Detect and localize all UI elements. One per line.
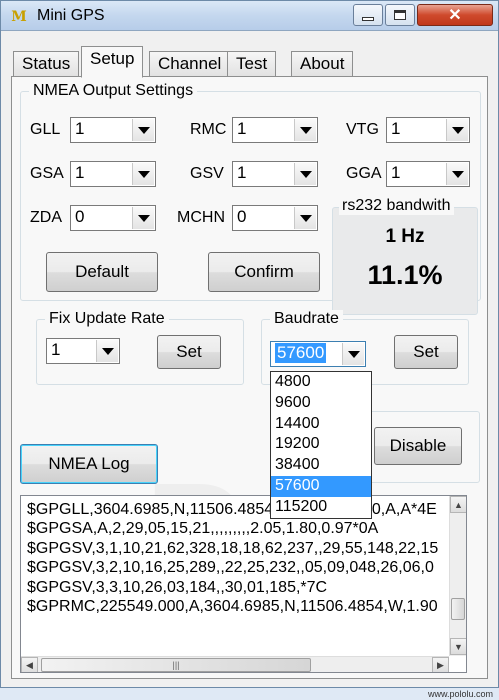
- bandwidth-title: rs232 bandwith: [339, 197, 454, 215]
- log-line: $GPRMC,225549.000,A,3604.6985,N,11506.48…: [27, 598, 438, 616]
- chevron-down-icon[interactable]: [294, 119, 316, 141]
- baudrate-option[interactable]: 9600: [271, 393, 371, 414]
- horizontal-scroll-thumb[interactable]: |||: [41, 658, 311, 672]
- tab-test[interactable]: Test: [227, 51, 277, 77]
- baudrate-option[interactable]: 14400: [271, 414, 371, 435]
- scroll-right-icon[interactable]: ▶: [432, 657, 449, 672]
- nmea-log-button[interactable]: NMEA Log: [20, 444, 158, 484]
- chevron-down-icon[interactable]: [132, 163, 154, 185]
- log-lines: $GPGLL,3604.6985,N,11506.4854,W,225549.0…: [27, 500, 449, 634]
- chevron-down-icon[interactable]: [132, 119, 154, 141]
- gsv-label: GSV: [190, 165, 224, 182]
- watermark-url: www.pololu.com: [427, 689, 493, 699]
- tab-channel[interactable]: Channel: [149, 51, 231, 77]
- baudrate-option[interactable]: 115200: [271, 497, 371, 518]
- window-title: Mini GPS: [37, 7, 105, 24]
- minimize-button[interactable]: [353, 4, 383, 26]
- vtg-label: VTG: [346, 121, 379, 138]
- maximize-button[interactable]: [385, 4, 415, 26]
- gsa-label: GSA: [30, 165, 64, 182]
- mchn-label: MCHN: [177, 209, 225, 226]
- gsa-select[interactable]: 1: [70, 161, 156, 187]
- chevron-down-icon[interactable]: [342, 343, 364, 365]
- baudrate-option[interactable]: 38400: [271, 455, 371, 476]
- baudrate-option[interactable]: 19200: [271, 434, 371, 455]
- disable-button[interactable]: Disable: [374, 427, 462, 465]
- bandwidth-rate: 1 Hz: [385, 226, 425, 247]
- log-line: $GPGSV,3,3,10,26,03,184,,30,01,185,*7C: [27, 578, 328, 596]
- log-line: $GPGLL,3604.6985,N,11506.4854,W,225549.0…: [27, 501, 437, 518]
- zda-label: ZDA: [30, 209, 62, 226]
- log-line: $GPGSA,A,2,29,05,15,21,,,,,,,,,2.05,1.80…: [27, 520, 379, 538]
- title-bar[interactable]: M Mini GPS ✕: [1, 1, 498, 31]
- baudrate-dropdown-list: 4800 9600 14400 19200 38400 57600 115200: [270, 371, 372, 519]
- baudrate-option[interactable]: 57600: [271, 475, 371, 497]
- gsv-select[interactable]: 1: [232, 161, 318, 187]
- main-window: M Mini GPS ✕ Status Setup Channel Test A…: [0, 0, 499, 688]
- gga-select[interactable]: 1: [386, 161, 470, 187]
- group-title: Baudrate: [270, 310, 343, 328]
- app-icon: M: [11, 9, 27, 25]
- vertical-scrollbar[interactable]: ▲ ▼: [449, 496, 466, 656]
- chevron-down-icon[interactable]: [446, 163, 468, 185]
- fix-rate-set-button[interactable]: Set: [157, 335, 221, 369]
- chevron-down-icon[interactable]: [132, 207, 154, 229]
- gll-label: GLL: [30, 121, 61, 138]
- group-title: Fix Update Rate: [45, 310, 169, 328]
- fix-rate-select[interactable]: 1: [46, 338, 120, 364]
- baudrate-select[interactable]: 57600: [270, 341, 366, 367]
- zda-select[interactable]: 0: [70, 205, 156, 231]
- vtg-select[interactable]: 1: [386, 117, 470, 143]
- tab-status[interactable]: Status: [13, 51, 80, 77]
- baudrate-option[interactable]: 4800: [271, 372, 371, 393]
- tab-strip: Status Setup Channel Test About: [1, 45, 498, 78]
- scroll-left-icon[interactable]: ◀: [21, 657, 38, 672]
- chevron-down-icon[interactable]: [294, 163, 316, 185]
- tab-setup[interactable]: Setup: [81, 46, 144, 78]
- chevron-down-icon[interactable]: [96, 340, 118, 362]
- chevron-down-icon[interactable]: [294, 207, 316, 229]
- horizontal-scrollbar[interactable]: ◀ ||| ▶: [21, 656, 449, 672]
- log-line: $GPGSV,3,2,10,16,25,289,,22,25,232,,05,0…: [27, 559, 434, 577]
- tab-about[interactable]: About: [291, 51, 354, 77]
- scroll-up-icon[interactable]: ▲: [450, 496, 466, 513]
- minimize-icon: [362, 17, 374, 21]
- baudrate-set-button[interactable]: Set: [394, 335, 458, 369]
- log-line: $GPGSV,3,1,10,21,62,328,18,18,62,237,,29…: [27, 539, 439, 557]
- rmc-select[interactable]: 1: [232, 117, 318, 143]
- gga-label: GGA: [346, 165, 382, 182]
- rmc-label: RMC: [190, 121, 227, 138]
- setup-panel: P NMEA Output Settings GLL 1 RMC 1 VTG 1…: [11, 76, 488, 679]
- bandwidth-box: rs232 bandwith 1 Hz 11.1%: [332, 197, 478, 315]
- gll-select[interactable]: 1: [70, 117, 156, 143]
- close-icon: ✕: [448, 7, 462, 24]
- scroll-down-icon[interactable]: ▼: [450, 638, 466, 655]
- maximize-icon: [394, 10, 406, 20]
- confirm-button[interactable]: Confirm: [208, 252, 320, 292]
- vertical-scroll-thumb[interactable]: [451, 598, 465, 620]
- group-title: NMEA Output Settings: [29, 82, 198, 100]
- default-button[interactable]: Default: [46, 252, 158, 292]
- bandwidth-percent: 11.1%: [367, 260, 443, 290]
- chevron-down-icon[interactable]: [446, 119, 468, 141]
- mchn-select[interactable]: 0: [232, 205, 318, 231]
- nmea-log-output[interactable]: $GPGLL,3604.6985,N,11506.4854,W,225549.0…: [20, 495, 467, 673]
- close-button[interactable]: ✕: [417, 4, 493, 26]
